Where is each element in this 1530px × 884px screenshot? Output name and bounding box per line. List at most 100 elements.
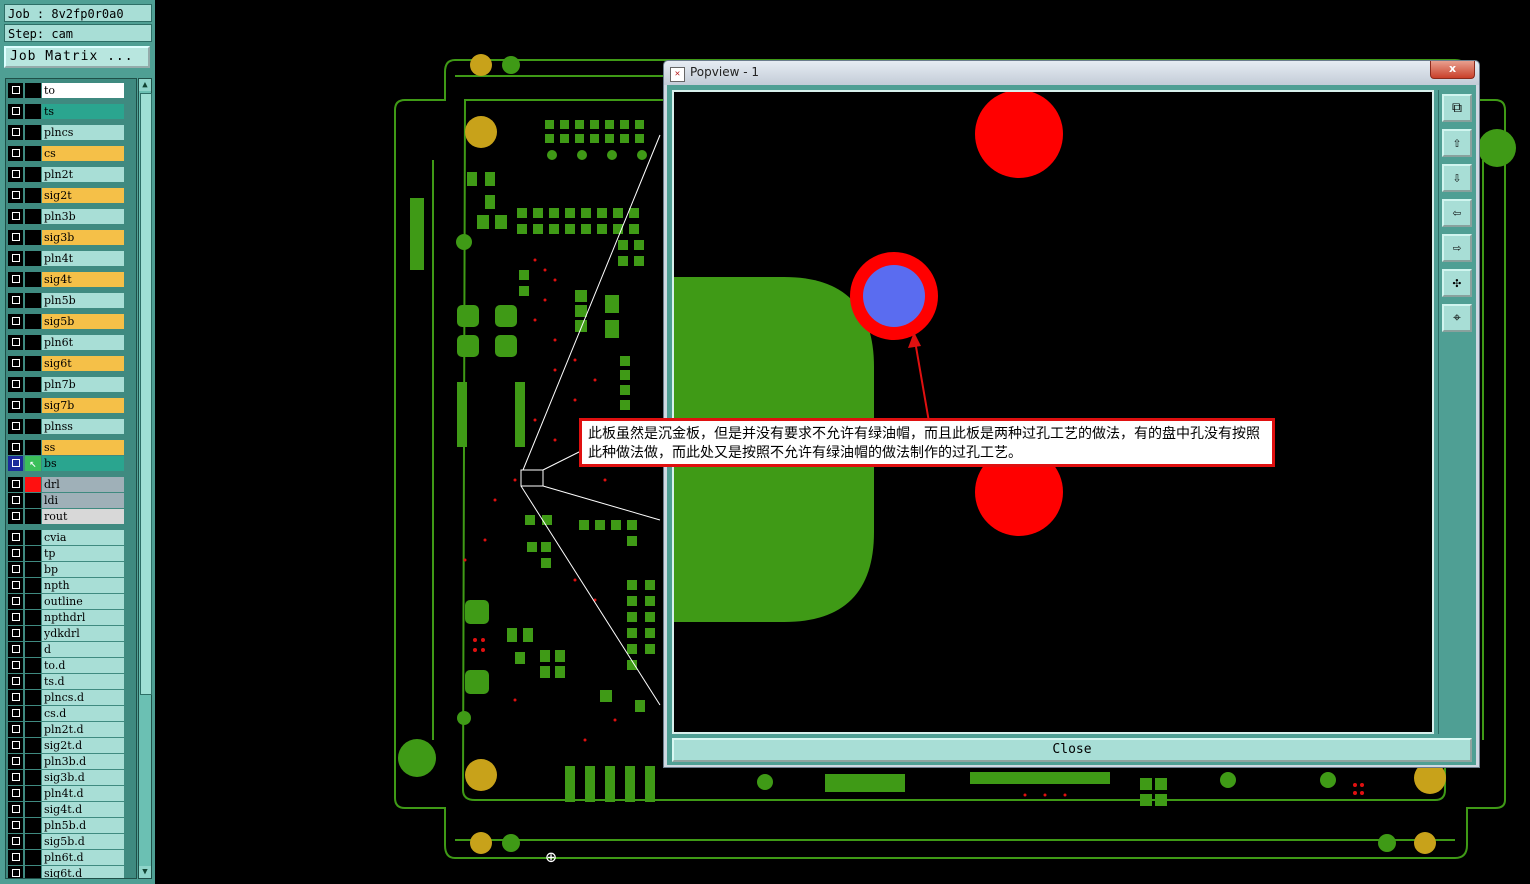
layer-row-npthdrl[interactable]: npthdrl <box>7 610 127 625</box>
layer-checkbox[interactable] <box>8 706 23 721</box>
layer-checkbox[interactable] <box>8 738 23 753</box>
layer-row-outline[interactable]: outline <box>7 594 127 609</box>
layer-row-bs[interactable]: ↖ bs <box>7 456 127 471</box>
layer-row-sig2t[interactable]: sig2t <box>7 188 127 203</box>
layer-row-drl[interactable]: drl <box>7 477 127 492</box>
layer-checkbox[interactable] <box>8 209 23 224</box>
layer-checkbox[interactable] <box>8 188 23 203</box>
layer-row-pln6t[interactable]: pln6t <box>7 335 127 350</box>
layer-checkbox[interactable] <box>8 509 23 524</box>
layer-checkbox[interactable] <box>8 477 23 492</box>
layer-row-plncs[interactable]: plncs <box>7 125 127 140</box>
popview-canvas[interactable] <box>672 90 1434 734</box>
pan-up-icon[interactable]: ⇧ <box>1442 129 1472 157</box>
layer-row-ts[interactable]: ts <box>7 104 127 119</box>
layer-row-sig2t-d[interactable]: sig2t.d <box>7 738 127 753</box>
layer-row-sig3b-d[interactable]: sig3b.d <box>7 770 127 785</box>
layer-checkbox[interactable] <box>8 818 23 833</box>
layer-checkbox[interactable] <box>8 167 23 182</box>
layer-checkbox[interactable] <box>8 125 23 140</box>
zoom-home-icon[interactable]: ⌖ <box>1442 304 1472 332</box>
layer-checkbox[interactable] <box>8 419 23 434</box>
layer-checkbox[interactable] <box>8 850 23 865</box>
zoom-window-icon[interactable]: ⧉ <box>1442 94 1472 122</box>
layer-checkbox[interactable] <box>8 834 23 849</box>
layer-row-pln4t[interactable]: pln4t <box>7 251 127 266</box>
layer-checkbox[interactable] <box>8 314 23 329</box>
layer-row-sig6t[interactable]: sig6t <box>7 356 127 371</box>
layer-row-pln2t[interactable]: pln2t <box>7 167 127 182</box>
layer-checkbox[interactable] <box>8 546 23 561</box>
layer-row-sig5b[interactable]: sig5b <box>7 314 127 329</box>
layer-row-ldi[interactable]: ldi <box>7 493 127 508</box>
layer-row-pln5b[interactable]: pln5b <box>7 293 127 308</box>
layer-row-to[interactable]: to <box>7 83 127 98</box>
layer-row-bp[interactable]: bp <box>7 562 127 577</box>
layer-checkbox[interactable] <box>8 456 23 471</box>
zoom-fit-icon[interactable]: ✣ <box>1442 269 1472 297</box>
popview-titlebar[interactable]: ✕ Popview - 1 x <box>664 61 1479 85</box>
layer-row-d[interactable]: d <box>7 642 127 657</box>
layer-row-to-d[interactable]: to.d <box>7 658 127 673</box>
layer-checkbox[interactable] <box>8 610 23 625</box>
pan-left-icon[interactable]: ⇦ <box>1442 199 1472 227</box>
layer-checkbox[interactable] <box>8 230 23 245</box>
layer-checkbox[interactable] <box>8 658 23 673</box>
pan-down-icon[interactable]: ⇩ <box>1442 164 1472 192</box>
layer-checkbox[interactable] <box>8 866 23 878</box>
layer-checkbox[interactable] <box>8 770 23 785</box>
layer-checkbox[interactable] <box>8 674 23 689</box>
layer-row-pln5b-d[interactable]: pln5b.d <box>7 818 127 833</box>
layer-row-pln3b[interactable]: pln3b <box>7 209 127 224</box>
popview-window[interactable]: ✕ Popview - 1 x ⧉ ⇧ ⇩ ⇦ ⇨ ✣ ⌖ Close <box>663 60 1480 768</box>
layer-checkbox[interactable] <box>8 398 23 413</box>
layer-row-plnss[interactable]: plnss <box>7 419 127 434</box>
layer-row-pln7b[interactable]: pln7b <box>7 377 127 392</box>
layer-list-scrollbar[interactable]: ▲ ▼ <box>138 78 152 879</box>
layer-checkbox[interactable] <box>8 642 23 657</box>
layer-checkbox[interactable] <box>8 754 23 769</box>
layer-row-ss[interactable]: ss <box>7 440 127 455</box>
layer-checkbox[interactable] <box>8 104 23 119</box>
layer-checkbox[interactable] <box>8 786 23 801</box>
scroll-thumb[interactable] <box>140 93 152 695</box>
layer-row-sig4t[interactable]: sig4t <box>7 272 127 287</box>
layer-row-cs-d[interactable]: cs.d <box>7 706 127 721</box>
scroll-up-arrow-icon[interactable]: ▲ <box>139 79 151 91</box>
layer-row-sig6t-d[interactable]: sig6t.d <box>7 866 127 878</box>
layer-row-plncs-d[interactable]: plncs.d <box>7 690 127 705</box>
layer-checkbox[interactable] <box>8 802 23 817</box>
layer-checkbox[interactable] <box>8 377 23 392</box>
layer-row-sig5b-d[interactable]: sig5b.d <box>7 834 127 849</box>
layer-checkbox[interactable] <box>8 594 23 609</box>
layer-row-sig7b[interactable]: sig7b <box>7 398 127 413</box>
layer-row-pln3b-d[interactable]: pln3b.d <box>7 754 127 769</box>
layer-row-pln6t-d[interactable]: pln6t.d <box>7 850 127 865</box>
layer-row-pln4t-d[interactable]: pln4t.d <box>7 786 127 801</box>
layer-row-cvia[interactable]: cvia <box>7 530 127 545</box>
layer-checkbox[interactable] <box>8 293 23 308</box>
layer-checkbox[interactable] <box>8 146 23 161</box>
layer-row-rout[interactable]: rout <box>7 509 127 524</box>
layer-checkbox[interactable] <box>8 578 23 593</box>
layer-checkbox[interactable] <box>8 626 23 641</box>
layer-checkbox[interactable] <box>8 493 23 508</box>
layer-checkbox[interactable] <box>8 83 23 98</box>
layer-row-ts-d[interactable]: ts.d <box>7 674 127 689</box>
layer-row-sig3b[interactable]: sig3b <box>7 230 127 245</box>
layer-row-npth[interactable]: npth <box>7 578 127 593</box>
window-close-button[interactable]: x <box>1430 61 1475 79</box>
layer-row-cs[interactable]: cs <box>7 146 127 161</box>
layer-checkbox[interactable] <box>8 251 23 266</box>
layer-row-ydkdrl[interactable]: ydkdrl <box>7 626 127 641</box>
layer-checkbox[interactable] <box>8 690 23 705</box>
layer-checkbox[interactable] <box>8 562 23 577</box>
layer-row-tp[interactable]: tp <box>7 546 127 561</box>
layer-checkbox[interactable] <box>8 356 23 371</box>
layer-checkbox[interactable] <box>8 530 23 545</box>
layer-row-pln2t-d[interactable]: pln2t.d <box>7 722 127 737</box>
job-matrix-button[interactable]: Job Matrix ... <box>4 46 150 68</box>
close-button[interactable]: Close <box>672 738 1472 762</box>
layer-row-sig4t-d[interactable]: sig4t.d <box>7 802 127 817</box>
scroll-down-arrow-icon[interactable]: ▼ <box>139 866 151 878</box>
